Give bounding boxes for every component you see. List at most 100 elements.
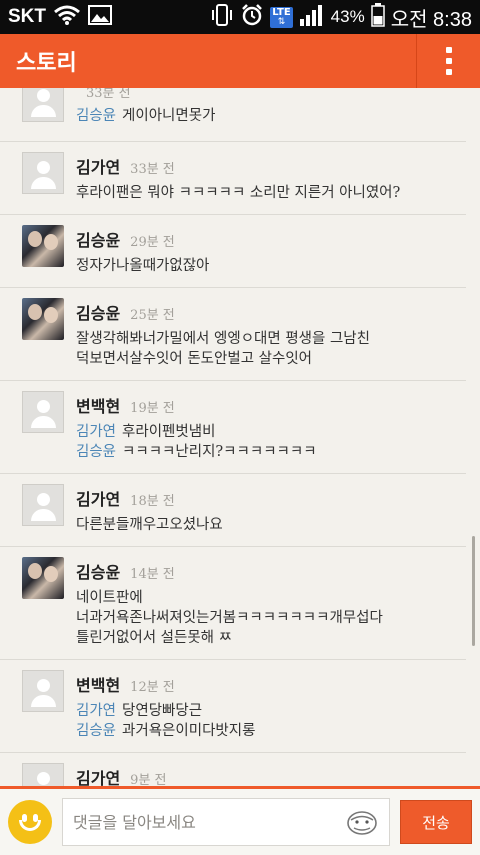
comment-text: 과거욕은이미다밧지롱 [122,723,256,739]
comment-text-line: 김가연 당연당빠당근 [76,702,466,720]
avatar[interactable] [22,557,64,599]
comment-time: 33분 전 [86,88,131,101]
comment-text-line: 네이트판에 [76,589,466,607]
avatar[interactable] [22,391,64,433]
carrier-label: SKT [8,6,46,27]
comment-header: 김가연 9분 전 [76,765,466,786]
comment-text: 후라이팬은 뭐야 ㅋㅋㅋㅋㅋ 소리만 지른거 아니였어? [76,185,401,201]
comment-text: 다른분들깨우고오셨나요 [76,517,223,533]
comment-text: 잘생각해봐너가밀에서 엥엥ㅇ대면 평생을 그남친 [76,331,370,347]
status-bar: SKT LTE ⇅ 43% 오전 8:38 [0,0,480,34]
commenter-name[interactable]: 변백현 [76,393,120,417]
signal-icon [299,4,325,31]
comment-item[interactable]: 김승윤 29분 전정자가나올때가없잖아 [0,215,466,288]
comment-header: 김가연 33분 전 [76,154,466,178]
app-bar: 스토리 [0,34,480,88]
comment-text: 당연당빠당근 [122,703,203,719]
comment-text-line: 너과거욕존나써져잇는거봄ㅋㅋㅋㅋㅋㅋㅋ개무섭다 [76,609,466,627]
comment-header: 변백현 19분 전 [76,393,466,417]
send-button[interactable]: 전송 [400,800,472,844]
comment-input-bar: 전송 [0,786,480,855]
comment-text-line: 정자가나올때가없잖아 [76,257,466,275]
comment-text: 덕보면서살수잇어 돈도안벌고 살수잇어 [76,351,312,367]
avatar[interactable] [22,298,64,340]
comment-text: 네이트판에 [76,590,143,606]
comment-list-inner: 33분 전 김승윤 게이아니면못가 김가연 33분 전 후라이팬은 뭐야 ㅋㅋㅋㅋㅋ 소리… [0,88,480,786]
comment-text-line: 김승윤 과거욕은이미다밧지롱 [76,722,466,740]
mention-link[interactable]: 김승윤 [76,444,116,460]
avatar[interactable] [22,152,64,194]
mention-link[interactable]: 김승윤 [76,723,116,739]
comment-time: 12분 전 [130,680,175,695]
alarm-icon [240,3,264,32]
comment-header: 김승윤 14분 전 [76,559,466,583]
overflow-menu-button[interactable] [416,34,480,88]
avatar[interactable] [22,88,64,122]
comment-time: 33분 전 [130,162,175,177]
commenter-name[interactable]: 김가연 [76,486,120,510]
menu-dot [445,69,452,75]
clock: 오전 8:38 [390,8,472,31]
commenter-name[interactable]: 김승윤 [76,300,120,324]
comment-header: 김승윤 25분 전 [76,300,466,324]
battery-icon [370,2,385,32]
menu-dot [445,47,452,53]
comment-text: ㅋㅋㅋㅋ난리지?ㅋㅋㅋㅋㅋㅋㅋ [122,444,317,460]
mention-link[interactable]: 김가연 [76,424,116,440]
emoticon-button[interactable] [8,800,52,844]
comment-header: 김가연 18분 전 [76,486,466,510]
comment-text-line: 김승윤 ㅋㅋㅋㅋ난리지?ㅋㅋㅋㅋㅋㅋㅋ [76,443,466,461]
comment-item[interactable]: 김가연 18분 전다른분들깨우고오셨나요 [0,474,466,547]
comment-time: 19분 전 [130,401,175,416]
mention-link[interactable]: 김가연 [76,703,116,719]
comment-text: 게이아니면못가 [122,108,216,124]
menu-dot [445,58,452,64]
comment-text: 너과거욕존나써져잇는거봄ㅋㅋㅋㅋㅋㅋㅋ개무섭다 [76,610,383,626]
commenter-name[interactable]: 김승윤 [76,559,120,583]
comment-input[interactable] [73,812,345,832]
comment-time: 18분 전 [130,494,175,509]
image-icon [88,5,112,29]
comment-text-line: 덕보면서살수잇어 돈도안벌고 살수잇어 [76,350,466,368]
lte-indicator: LTE ⇅ [270,6,293,28]
sticker-icon[interactable] [345,807,379,837]
avatar[interactable] [22,670,64,712]
scrollbar[interactable] [472,536,475,646]
comment-text-line: 김승윤 게이아니면못가 [76,107,466,125]
comment-text: 후라이펜벗냄비 [122,424,216,440]
comment-item[interactable]: 33분 전김승윤 게이아니면못가 [0,88,466,142]
smile-mouth [19,820,41,831]
commenter-name[interactable]: 김승윤 [76,227,120,251]
comment-text-line: 후라이팬은 뭐야 ㅋㅋㅋㅋㅋ 소리만 지른거 아니였어? [76,184,466,202]
comment-item[interactable]: 김가연 9분 전 [0,753,466,786]
mention-link[interactable]: 김승윤 [76,108,116,124]
comment-item[interactable]: 김가연 33분 전후라이팬은 뭐야 ㅋㅋㅋㅋㅋ 소리만 지른거 아니였어? [0,142,466,215]
vibrate-icon [210,3,234,32]
comment-header: 김승윤 29분 전 [76,227,466,251]
comment-field[interactable] [62,798,390,846]
avatar[interactable] [22,763,64,786]
comment-item[interactable]: 변백현 19분 전김가연 후라이펜벗냄비김승윤 ㅋㅋㅋㅋ난리지?ㅋㅋㅋㅋㅋㅋㅋ [0,381,466,474]
commenter-name[interactable]: 김가연 [76,765,120,786]
avatar[interactable] [22,225,64,267]
comment-item[interactable]: 김승윤 14분 전네이트판에너과거욕존나써져잇는거봄ㅋㅋㅋㅋㅋㅋㅋ개무섭다틀린거없… [0,547,466,660]
battery-percent: 43% [330,7,365,26]
comment-header: 변백현 12분 전 [76,672,466,696]
comment-text: 틀린거없어서 설든못해 ㅉ [76,630,232,646]
avatar[interactable] [22,484,64,526]
wifi-icon [54,5,80,29]
lte-label: LTE [272,6,291,18]
comment-text-line: 다른분들깨우고오셨나요 [76,516,466,534]
comment-header: 33분 전 [76,88,466,101]
comment-text-line: 틀린거없어서 설든못해 ㅉ [76,629,466,647]
comment-item[interactable]: 변백현 12분 전김가연 당연당빠당근김승윤 과거욕은이미다밧지롱 [0,660,466,753]
comment-time: 29분 전 [130,235,175,250]
comment-list[interactable]: 33분 전 김승윤 게이아니면못가 김가연 33분 전 후라이팬은 뭐야 ㅋㅋㅋㅋㅋ 소리… [0,88,480,786]
commenter-name[interactable]: 김가연 [76,154,120,178]
comment-text-line: 잘생각해봐너가밀에서 엥엥ㅇ대면 평생을 그남친 [76,330,466,348]
comment-text-line: 김가연 후라이펜벗냄비 [76,423,466,441]
commenter-name[interactable]: 변백현 [76,672,120,696]
page-title: 스토리 [16,51,77,76]
comment-time: 25분 전 [130,308,175,323]
comment-item[interactable]: 김승윤 25분 전잘생각해봐너가밀에서 엥엥ㅇ대면 평생을 그남친덕보면서살수잇어… [0,288,466,381]
